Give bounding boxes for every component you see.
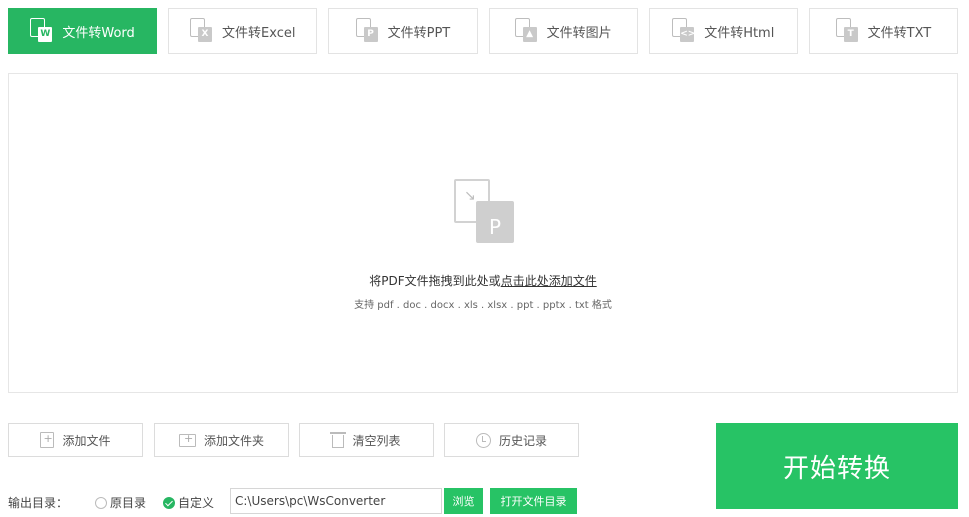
drop-hint: 将PDF文件拖拽到此处或点击此处添加文件 [369,274,597,288]
conversion-tabs: W 文件转Word X 文件转Excel P 文件转PPT ▲ 文件转图片 <>… [8,8,959,54]
tab-label: 文件转Excel [222,25,296,41]
tab-label: 文件转Html [704,25,775,41]
custom-dir-radio[interactable]: 自定义 [163,494,214,511]
add-folder-icon [178,432,196,447]
output-path-input[interactable] [230,488,442,514]
clock-icon [475,432,491,448]
original-dir-radio[interactable]: 原目录 [95,494,146,511]
file-drop-zone[interactable]: ↘ P 将PDF文件拖拽到此处或点击此处添加文件 支持 pdf . doc . … [8,73,958,393]
trash-icon [330,432,347,448]
add-file-button[interactable]: 添加文件 [8,423,143,457]
tab-label: 文件转Word [62,25,135,41]
tab-to-word[interactable]: W 文件转Word [8,8,158,54]
click-to-add-link[interactable]: 点击此处添加文件 [501,274,597,288]
add-file-icon [40,432,55,448]
tab-to-html[interactable]: <> 文件转Html [648,8,798,54]
word-file-icon: W [30,18,54,44]
tab-to-excel[interactable]: X 文件转Excel [168,8,318,54]
radio-checked-icon [163,496,175,509]
supported-formats: 支持 pdf . doc . docx . xls . xlsx . ppt .… [354,300,612,311]
radio-unchecked-icon [95,496,107,509]
history-button[interactable]: 历史记录 [444,423,579,457]
txt-file-icon: T [835,18,860,44]
clear-list-button[interactable]: 清空列表 [299,423,434,457]
tab-label: 文件转TXT [867,25,932,41]
add-folder-button[interactable]: 添加文件夹 [154,423,289,457]
open-dir-button[interactable]: 打开文件目录 [490,488,577,514]
image-file-icon: ▲ [514,18,539,44]
ppt-file-icon: P [355,18,380,44]
start-convert-button[interactable]: 开始转换 [716,423,958,509]
tab-to-txt[interactable]: T 文件转TXT [808,8,959,54]
tab-to-image[interactable]: ▲ 文件转图片 [488,8,638,54]
browse-button[interactable]: 浏览 [444,488,483,514]
output-dir-label: 输出目录： [8,496,69,510]
excel-file-icon: X [190,18,214,44]
tab-label: 文件转图片 [546,25,612,41]
tab-label: 文件转PPT [387,25,451,41]
html-file-icon: <> [672,18,696,44]
tab-to-ppt[interactable]: P 文件转PPT [328,8,478,54]
pdf-file-icon: ↘ P [454,179,516,245]
